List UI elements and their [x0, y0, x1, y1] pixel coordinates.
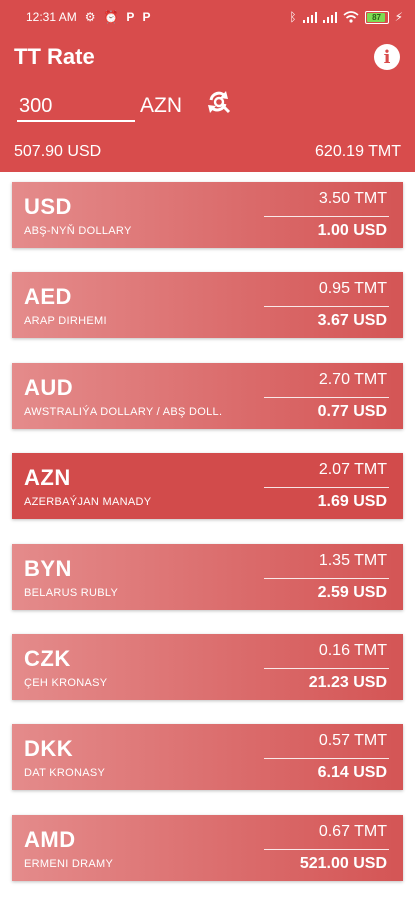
currency-code: USD [24, 194, 72, 219]
currency-code: AUD [24, 375, 74, 400]
status-bar: 12:31 AM ⚙ ⏰ P P ᛒ 87 ⚡ [0, 0, 415, 34]
bluetooth-icon: ᛒ [289, 10, 297, 24]
divider [264, 668, 389, 669]
currency-card[interactable]: BYN BELARUS RUBLY 1.35 TMT 2.59 USD [12, 544, 403, 610]
signal-icon [322, 11, 337, 23]
status-time: 12:31 AM [26, 10, 77, 24]
usd-rate: 3.67 USD [317, 312, 387, 329]
charging-icon: ⚡ [394, 10, 403, 24]
battery-icon: 87 [364, 10, 389, 24]
gear-icon: ⚙ [84, 10, 96, 24]
currency-code: CZK [24, 646, 71, 671]
signal-icon [302, 11, 317, 23]
currency-selector[interactable]: AZN [140, 94, 182, 118]
usd-rate: 2.59 USD [317, 584, 387, 601]
currency-name: AWSTRALIÝA DOLLARY / ABŞ DOLL. [24, 406, 223, 418]
tmt-rate: 1.35 TMT [318, 552, 387, 569]
tmt-rate: 0.16 TMT [318, 642, 387, 659]
usd-rate: 0.77 USD [317, 403, 387, 420]
currency-card[interactable]: USD ABŞ-NYŇ DOLLARY 3.50 TMT 1.00 USD [12, 182, 403, 248]
currency-code: BYN [24, 556, 72, 581]
divider [264, 758, 389, 759]
currency-name: AZERBAÝJAN MANADY [24, 496, 152, 508]
currency-name: BELARUS RUBLY [24, 587, 119, 599]
app-title: TT Rate [14, 44, 95, 69]
usd-rate: 521.00 USD [299, 855, 387, 872]
currency-code: AED [24, 284, 72, 309]
currency-name: DAT KRONASY [24, 767, 106, 779]
info-icon[interactable]: i [374, 44, 400, 70]
currency-card[interactable]: CZK ÇEH KRONASY 0.16 TMT 21.23 USD [12, 634, 403, 700]
currency-card[interactable]: DKK DAT KRONASY 0.57 TMT 6.14 USD [12, 724, 403, 790]
currency-code: AMD [24, 827, 76, 852]
currency-card-selected[interactable]: AZN AZERBAÝJAN MANADY 2.07 TMT 1.69 USD [12, 453, 403, 519]
divider [264, 306, 389, 307]
currency-name: ÇEH KRONASY [24, 677, 108, 689]
converted-usd: 507.90 USD [14, 143, 102, 160]
tmt-rate: 3.50 TMT [318, 190, 387, 207]
p-app-icon: P [142, 10, 151, 24]
usd-rate: 6.14 USD [317, 764, 387, 781]
currency-code: AZN [24, 465, 71, 490]
divider [264, 849, 389, 850]
wifi-icon [343, 11, 359, 23]
divider [264, 578, 389, 579]
app-header: 12:31 AM ⚙ ⏰ P P ᛒ 87 ⚡ TT Rate i AZN 50… [0, 0, 415, 172]
alarm-icon: ⏰ [103, 10, 119, 24]
divider [264, 487, 389, 488]
p-app-icon: P [126, 10, 135, 24]
converted-tmt: 620.19 TMT [315, 143, 401, 160]
tmt-rate: 2.70 TMT [318, 371, 387, 388]
tmt-rate: 0.57 TMT [318, 732, 387, 749]
divider [264, 216, 389, 217]
currency-name: ABŞ-NYŇ DOLLARY [24, 225, 132, 237]
tmt-rate: 0.67 TMT [318, 823, 387, 840]
currency-card[interactable]: AUD AWSTRALIÝA DOLLARY / ABŞ DOLL. 2.70 … [12, 363, 403, 429]
currency-name: ARAP DIRHEMI [24, 315, 107, 327]
usd-rate: 1.69 USD [317, 493, 387, 510]
divider [264, 397, 389, 398]
tmt-rate: 2.07 TMT [318, 461, 387, 478]
usd-rate: 1.00 USD [317, 222, 387, 239]
currency-name: ERMENI DRAMY [24, 858, 114, 870]
currency-card[interactable]: AED ARAP DIRHEMI 0.95 TMT 3.67 USD [12, 272, 403, 338]
tmt-rate: 0.95 TMT [318, 280, 387, 297]
battery-level: 87 [372, 12, 382, 22]
amount-input[interactable] [17, 92, 135, 122]
refresh-icon[interactable] [204, 88, 234, 118]
usd-rate: 21.23 USD [308, 674, 387, 691]
currency-code: DKK [24, 736, 74, 761]
currency-card[interactable]: AMD ERMENI DRAMY 0.67 TMT 521.00 USD [12, 815, 403, 881]
